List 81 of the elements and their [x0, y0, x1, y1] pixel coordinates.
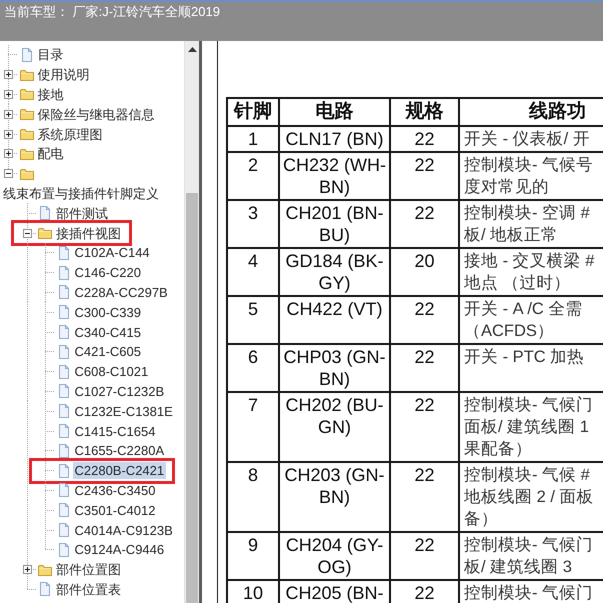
title-text: 当前车型： 厂家:J-江铃汽车全顺2019: [4, 3, 220, 21]
tree-item[interactable]: C146-C220: [72, 264, 143, 282]
column-header: 规格: [390, 98, 459, 126]
scrollbar-track[interactable]: [184, 41, 199, 603]
table-cell: CH422 (VT): [279, 296, 390, 344]
table-cell: 6: [227, 344, 279, 392]
tree-item[interactable]: 配电: [36, 145, 66, 162]
column-header: 线路功: [459, 98, 603, 126]
tree-item[interactable]: C1232E-C1381E: [72, 402, 175, 420]
table-cell: 5: [227, 296, 279, 344]
tree-item[interactable]: C1415-C1654: [72, 422, 158, 440]
table-cell: 22: [390, 532, 459, 580]
folder-icon: [18, 127, 34, 142]
tree-item[interactable]: 系统原理图: [36, 126, 104, 143]
table-cell: 22: [390, 296, 459, 344]
folder-icon: [18, 107, 34, 122]
tree-item[interactable]: 接插件视图: [54, 224, 123, 242]
table-cell: 22: [390, 126, 459, 152]
column-header: 电路: [279, 98, 390, 126]
table-cell: 7: [227, 392, 279, 462]
plus-box-icon[interactable]: [4, 110, 13, 119]
tree-item[interactable]: C228A-CC297B: [72, 284, 170, 301]
plus-box-icon[interactable]: [22, 565, 32, 574]
plus-box-icon[interactable]: [4, 130, 13, 139]
plus-box-icon[interactable]: [4, 90, 13, 99]
table-cell: 3: [227, 200, 279, 248]
tree-item[interactable]: C102A-C144: [72, 244, 152, 262]
table-cell: 4: [227, 248, 279, 296]
table-cell: 9: [227, 532, 279, 580]
table-cell: CLN17 (BN): [279, 126, 390, 152]
tree-item[interactable]: C1027-C1232B: [72, 382, 166, 400]
minus-box-icon[interactable]: [4, 169, 13, 178]
table-cell: 22: [390, 462, 459, 532]
tree-item[interactable]: C1655-C2280A: [72, 442, 166, 460]
tree-item[interactable]: 线束布置与接插件针脚定义: [1, 184, 161, 202]
plus-box-icon[interactable]: [4, 70, 13, 80]
tree-item[interactable]: 保险丝与继电器信息: [36, 106, 156, 123]
folder-icon: [37, 226, 53, 240]
folder-icon: [18, 146, 34, 161]
document-icon: [37, 206, 53, 220]
table-cell: CH201 (BN-BU): [279, 200, 390, 248]
plus-box-icon[interactable]: [4, 149, 13, 158]
column-header: 针脚: [227, 98, 279, 126]
tree-item[interactable]: C340-C415: [72, 324, 143, 341]
table-cell: CH204 (GY-OG): [279, 532, 390, 580]
table-cell: CHP03 (GN-BN): [279, 344, 390, 392]
tree-item[interactable]: C4014A-C9123B: [72, 522, 175, 538]
tree-item[interactable]: 接地: [36, 86, 66, 103]
table-cell: GD184 (BK-GY): [279, 248, 390, 296]
tree-item[interactable]: 部件位置表: [54, 580, 123, 598]
tree-item[interactable]: 部件测试: [54, 204, 110, 222]
tree-item[interactable]: C2280B-C2421: [72, 462, 166, 480]
table-cell: 22: [390, 392, 459, 462]
tree-item[interactable]: 部件位置图: [54, 561, 123, 578]
tree-item[interactable]: C300-C339: [72, 304, 143, 321]
table-cell: 22: [390, 344, 459, 392]
folder-icon: [18, 166, 34, 181]
table-cell: CH232 (WH-BN): [279, 152, 390, 200]
tree-item[interactable]: C2436-C3450: [72, 482, 158, 499]
tree-item[interactable]: C608-C1021: [72, 363, 150, 380]
table-cell: 20: [390, 248, 459, 296]
table-cell: CH203 (GN-BN): [279, 462, 390, 532]
tree-item[interactable]: 使用说明: [36, 66, 92, 84]
folder-icon: [18, 68, 34, 82]
minus-box-icon[interactable]: [22, 228, 32, 238]
table-cell: 22: [390, 200, 459, 248]
tree-item[interactable]: C3501-C4012: [72, 502, 158, 519]
table-cell: CH202 (BU-GN): [279, 392, 390, 462]
up-arrow-icon[interactable]: [188, 47, 196, 52]
table-cell: 10: [227, 580, 279, 603]
folder-icon: [37, 562, 53, 577]
tree-item[interactable]: C9124A-C9446: [72, 541, 166, 558]
document-icon: [37, 582, 53, 596]
scrollbar-thumb[interactable]: [186, 193, 198, 603]
table-cell: 22: [390, 152, 459, 200]
table-cell: 2: [227, 152, 279, 200]
folder-icon: [18, 87, 34, 102]
table-cell: 8: [227, 462, 279, 532]
table-cell: 1: [227, 126, 279, 152]
tree-item[interactable]: C421-C605: [72, 343, 143, 360]
tree-item[interactable]: 目录: [36, 46, 66, 64]
